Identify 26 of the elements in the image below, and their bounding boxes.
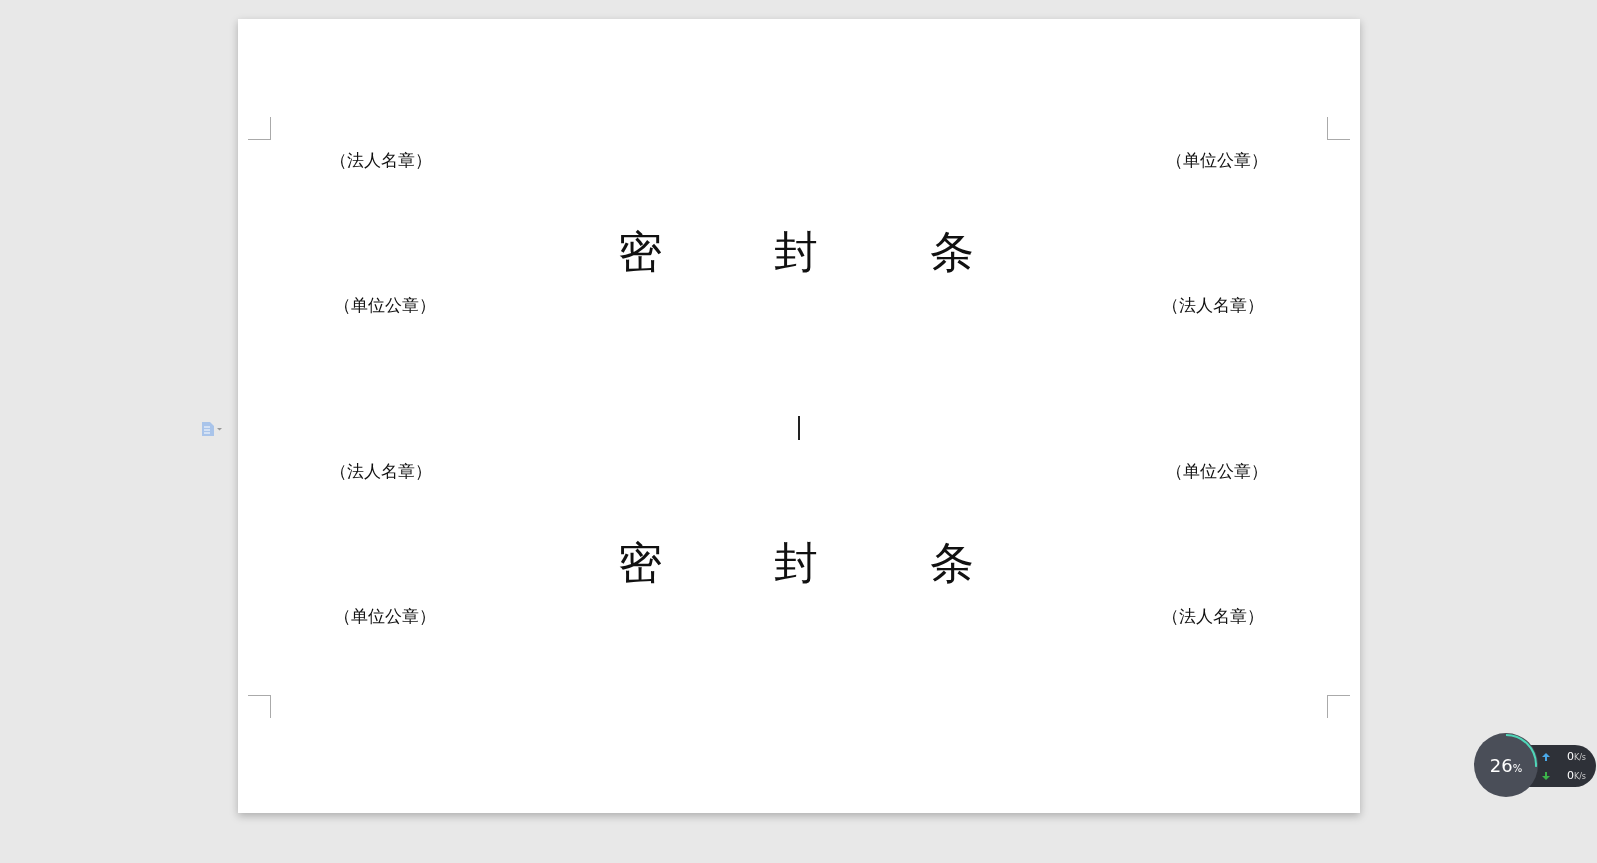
seal-label: （法人名章） [1162, 604, 1264, 628]
corner-mark [248, 695, 271, 718]
document-icon[interactable] [202, 422, 222, 436]
download-arrow-icon [1542, 771, 1550, 780]
title-character: 密 [618, 535, 662, 590]
usage-gauge[interactable]: 26% [1474, 733, 1538, 797]
title-character: 封 [774, 535, 818, 590]
upload-speed: 0K/s [1566, 750, 1586, 763]
usage-percent: 26% [1489, 754, 1523, 776]
corner-mark [1327, 695, 1350, 718]
title-character: 封 [774, 224, 818, 279]
corner-mark [248, 117, 271, 140]
seal-label: （法人名章） [330, 148, 432, 172]
title-character: 条 [930, 224, 974, 279]
seal-label: （单位公章） [334, 293, 436, 317]
title-character: 条 [930, 535, 974, 590]
download-speed: 0K/s [1566, 769, 1586, 782]
corner-mark [1327, 117, 1350, 140]
seal-label: （单位公章） [334, 604, 436, 628]
seal-label: （单位公章） [1166, 148, 1268, 172]
seal-label: （法人名章） [1162, 293, 1264, 317]
text-cursor [798, 416, 800, 440]
upload-arrow-icon [1542, 752, 1550, 761]
seal-label: （法人名章） [330, 459, 432, 483]
seal-label: （单位公章） [1166, 459, 1268, 483]
title-character: 密 [618, 224, 662, 279]
